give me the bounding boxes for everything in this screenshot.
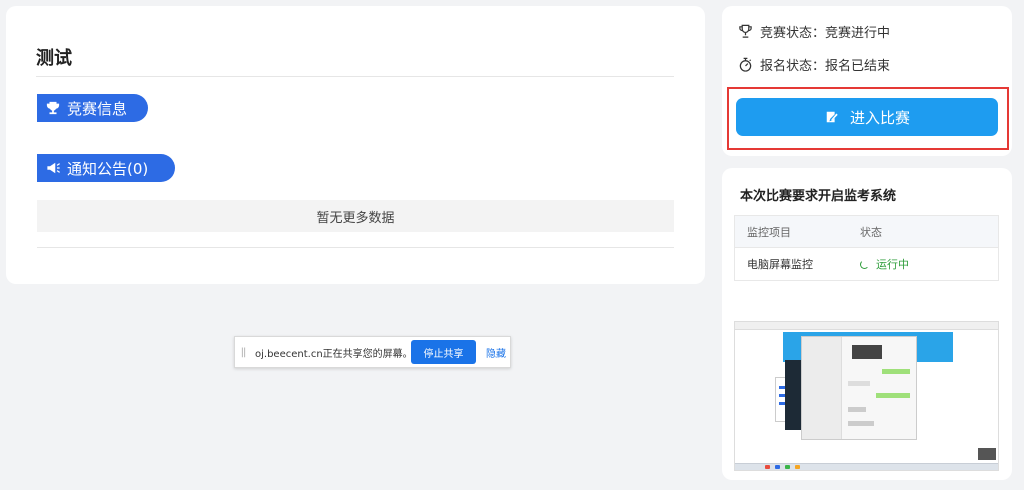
contest-status-row: 竞赛状态：竞赛进行中 — [737, 22, 890, 41]
preview-message — [882, 369, 910, 374]
notice-tab[interactable]: 通知公告(0) — [37, 154, 175, 182]
preview-chat-sidebar — [785, 360, 801, 430]
monitor-item: 电脑屏幕监控 — [747, 258, 813, 271]
screen-preview-thumbnail: …竞赛平台… — [734, 321, 999, 471]
trophy-icon — [45, 100, 61, 116]
preview-taskbar-icon — [765, 465, 770, 469]
preview-camera — [978, 448, 996, 460]
monitor-table: 监控项目 状态 电脑屏幕监控 运行中 — [734, 215, 999, 281]
column-header: 监控项目 — [747, 225, 791, 239]
competition-info-label: 竞赛信息 — [67, 99, 128, 118]
spinner-icon — [860, 259, 869, 269]
preview-browser-bar — [735, 322, 998, 330]
empty-data-message: 暂无更多数据 — [37, 200, 674, 232]
preview-message — [848, 407, 866, 412]
monitor-status-cell: 运行中 — [848, 256, 998, 272]
enter-contest-label: 进入比赛 — [849, 108, 910, 127]
preview-taskbar-icon — [795, 465, 800, 469]
registration-status-row: 报名状态：报名已结束 — [737, 55, 890, 74]
registration-status-text: 报名状态：报名已结束 — [760, 59, 891, 74]
preview-taskbar — [735, 463, 998, 470]
page-title: 测试 — [36, 48, 72, 69]
stopwatch-icon — [737, 57, 753, 73]
stop-sharing-button[interactable]: 停止共享 — [411, 340, 476, 364]
notice-label: 通知公告(0) — [67, 159, 149, 178]
column-header: 状态 — [860, 225, 882, 239]
preview-message — [848, 421, 874, 426]
contest-detail-card: 测试 竞赛信息 通知公告(0) 暂无更多数据 — [6, 6, 705, 284]
title-divider — [36, 76, 674, 77]
contest-status-text: 竞赛状态：竞赛进行中 — [760, 26, 891, 41]
drag-handle-icon[interactable]: || — [235, 347, 251, 358]
edit-icon — [824, 109, 840, 125]
monitor-status: 运行中 — [876, 258, 909, 271]
preview-taskbar-icon — [785, 465, 790, 469]
status-card: 竞赛状态：竞赛进行中 报名状态：报名已结束 进入比赛 — [722, 6, 1012, 156]
competition-info-tab[interactable]: 竞赛信息 — [37, 94, 148, 122]
preview-taskbar-icon — [775, 465, 780, 469]
preview-image — [852, 345, 882, 359]
table-header: 监控项目 状态 — [735, 216, 998, 248]
preview-chat-list — [802, 337, 842, 439]
table-row: 电脑屏幕监控 运行中 — [735, 248, 998, 280]
megaphone-icon — [45, 160, 61, 176]
enter-contest-button[interactable]: 进入比赛 — [736, 98, 998, 136]
proctoring-card: 本次比赛要求开启监考系统 监控项目 状态 电脑屏幕监控 运行中 …竞赛平台… — [722, 168, 1012, 480]
proctoring-title: 本次比赛要求开启监考系统 — [740, 189, 897, 204]
preview-message — [848, 381, 870, 386]
screen-share-bar: || oj.beecent.cn正在共享您的屏幕。 停止共享 隐藏 — [234, 336, 511, 368]
share-message: oj.beecent.cn正在共享您的屏幕。 — [255, 348, 413, 360]
preview-message — [876, 393, 910, 398]
trophy-icon — [737, 24, 753, 40]
preview-chat-window — [801, 336, 917, 440]
bottom-divider — [37, 247, 674, 248]
hide-link[interactable]: 隐藏 — [486, 345, 506, 360]
